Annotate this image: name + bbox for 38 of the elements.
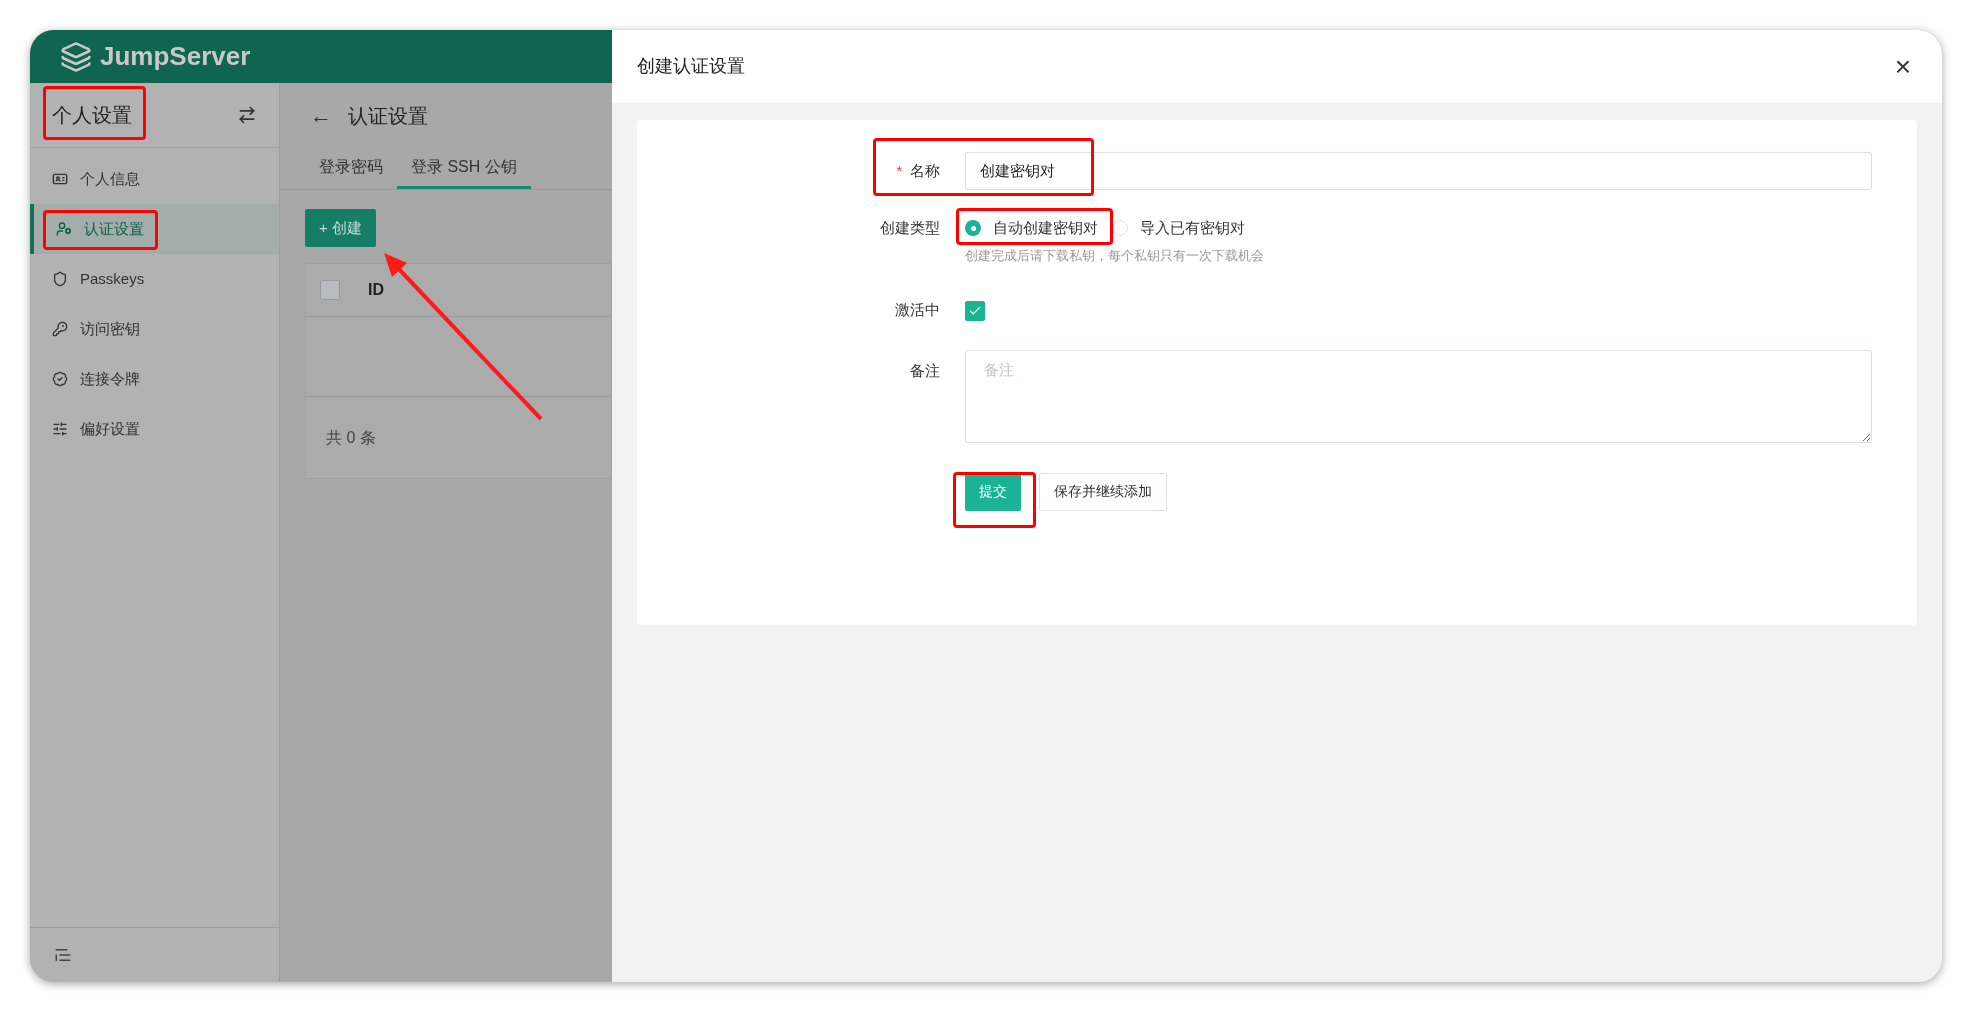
sidebar-item[interactable]: 偏好设置: [30, 404, 279, 454]
user-icon: [56, 221, 72, 237]
sidebar-item[interactable]: 个人信息: [30, 154, 279, 204]
id-card-icon: [52, 171, 68, 187]
required-mark: *: [896, 160, 902, 181]
drawer-title: 创建认证设置: [637, 55, 745, 78]
close-button[interactable]: ×: [1888, 52, 1917, 81]
sidebar-title: 个人设置: [52, 103, 132, 128]
sidebar-item[interactable]: Passkeys: [30, 254, 279, 304]
sidebar-item[interactable]: 连接令牌: [30, 354, 279, 404]
tab[interactable]: 登录 SSH 公钥: [397, 148, 531, 189]
field-label: 备注: [909, 360, 941, 381]
field-label: 创建类型: [879, 218, 941, 238]
shield-icon: [52, 271, 68, 287]
back-button[interactable]: ←: [310, 104, 332, 127]
select-all-checkbox[interactable]: [320, 280, 340, 300]
sidebar-item[interactable]: 访问密钥: [30, 304, 279, 354]
radio-option[interactable]: 自动创建密钥对: [965, 216, 1098, 240]
create-button[interactable]: + 创建: [305, 209, 376, 247]
logo-icon: [60, 40, 92, 73]
key-icon: [52, 321, 68, 337]
comment-textarea[interactable]: 备注: [965, 349, 1872, 443]
badge-icon: [52, 371, 68, 387]
brand-name: JumpServer: [100, 40, 251, 73]
tab[interactable]: 登录密码: [305, 148, 397, 189]
column-header: ID: [368, 280, 384, 300]
page-title: 认证设置: [348, 103, 428, 129]
save-and-continue-button[interactable]: 保存并继续添加: [1039, 472, 1167, 511]
sliders-icon: [52, 421, 68, 437]
field-label: 名称: [910, 160, 940, 181]
switch-icon[interactable]: [237, 105, 257, 125]
field-label: 激活中: [894, 300, 941, 321]
sidebar-item[interactable]: 认证设置: [30, 204, 279, 254]
collapse-menu-icon[interactable]: [54, 946, 72, 964]
radio-option[interactable]: 导入已有密钥对: [1112, 216, 1245, 240]
name-input[interactable]: 创建密钥对: [965, 152, 1872, 190]
active-checkbox[interactable]: [965, 300, 985, 321]
total-count: 共 0 条: [326, 427, 376, 448]
